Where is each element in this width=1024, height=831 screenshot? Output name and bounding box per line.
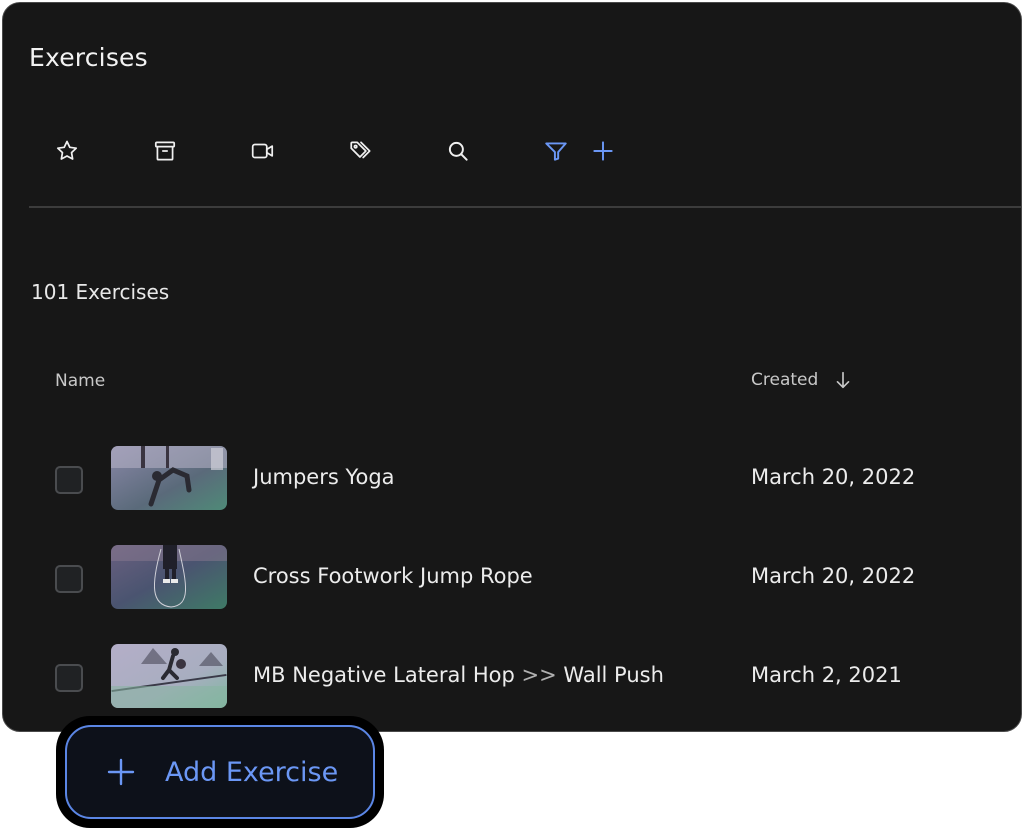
add-exercise-button-wrapper: Add Exercise <box>56 716 384 828</box>
exercise-thumbnail[interactable] <box>111 545 227 609</box>
toolbar <box>3 131 1021 171</box>
tags-button[interactable] <box>341 131 381 171</box>
plus-icon <box>593 141 613 161</box>
exercise-count: 101 Exercises <box>31 280 170 304</box>
add-exercise-button[interactable]: Add Exercise <box>65 725 375 819</box>
row-checkbox[interactable] <box>55 664 83 692</box>
toolbar-divider <box>29 206 1021 208</box>
thumbnail-image <box>111 446 227 510</box>
exercise-thumbnail[interactable] <box>111 644 227 708</box>
thumbnail-image <box>111 644 227 708</box>
exercise-name[interactable]: MB Negative Lateral Hop >> Wall Push <box>253 663 664 687</box>
page-title: Exercises <box>29 43 148 72</box>
row-checkbox[interactable] <box>55 466 83 494</box>
exercise-name[interactable]: Cross Footwork Jump Rope <box>253 564 533 588</box>
table-row[interactable]: Cross Footwork Jump Rope March 20, 2022 <box>3 545 1021 615</box>
arrow-down-icon <box>836 371 850 389</box>
exercise-created-date: March 2, 2021 <box>751 663 902 687</box>
add-filter-button[interactable] <box>583 131 623 171</box>
row-checkbox[interactable] <box>55 565 83 593</box>
table-row[interactable]: Jumpers Yoga March 20, 2022 <box>3 446 1021 516</box>
exercise-created-date: March 20, 2022 <box>751 465 916 489</box>
exercise-thumbnail[interactable] <box>111 446 227 510</box>
add-exercise-label: Add Exercise <box>165 756 339 788</box>
exercises-panel: Exercises 101 Exercises Name Created Jum… <box>2 2 1022 732</box>
archive-button[interactable] <box>145 131 185 171</box>
filter-button[interactable] <box>536 131 576 171</box>
exercise-name-main: MB Negative Lateral Hop <box>253 663 515 687</box>
search-icon <box>448 141 468 161</box>
favorites-button[interactable] <box>47 131 87 171</box>
video-button[interactable] <box>243 131 283 171</box>
thumbnail-image <box>111 545 227 609</box>
archive-icon <box>154 141 176 161</box>
plus-icon <box>107 758 135 786</box>
table-row[interactable]: MB Negative Lateral Hop >> Wall Push Mar… <box>3 644 1021 714</box>
tags-icon <box>350 141 371 159</box>
exercise-created-date: March 20, 2022 <box>751 564 916 588</box>
video-icon <box>251 143 274 159</box>
exercise-name-separator: >> <box>521 663 557 687</box>
search-button[interactable] <box>438 131 478 171</box>
column-header-created[interactable]: Created <box>751 369 854 391</box>
star-icon <box>56 140 78 160</box>
filter-icon <box>545 142 567 161</box>
exercise-name-suffix: Wall Push <box>563 663 664 687</box>
exercise-name[interactable]: Jumpers Yoga <box>253 465 395 489</box>
column-header-created-label: Created <box>751 370 819 390</box>
column-header-name[interactable]: Name <box>55 371 105 391</box>
